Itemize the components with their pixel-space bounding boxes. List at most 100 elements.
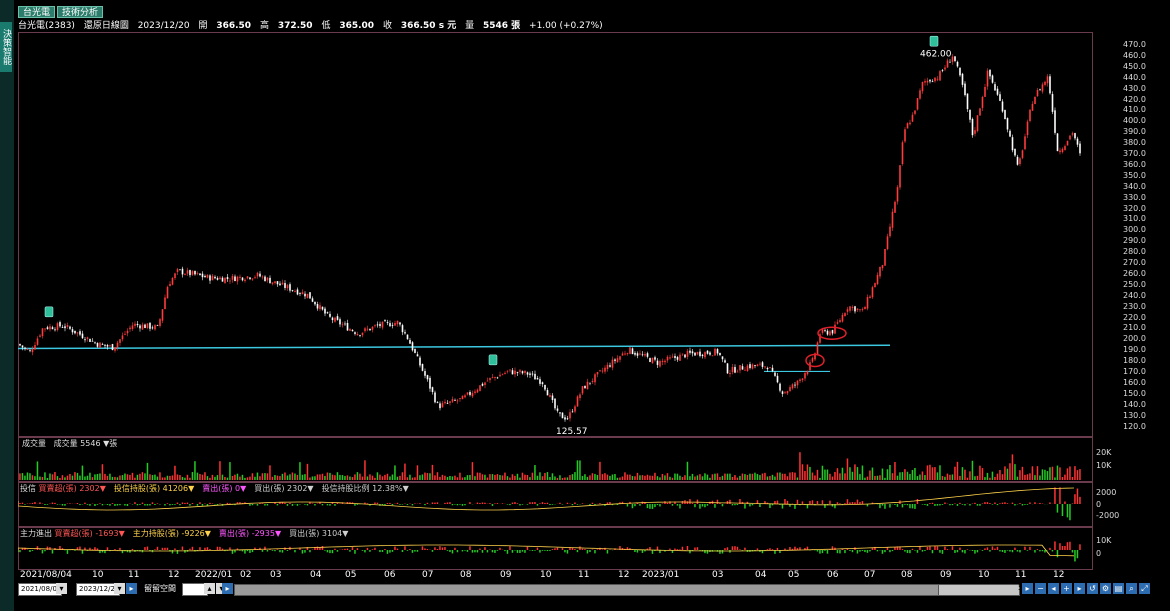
candle-body: [411, 342, 414, 351]
inst-bar: [969, 504, 971, 506]
volume-bar: [539, 472, 541, 480]
price-tick: 340.0: [1123, 181, 1146, 191]
candle-body: [766, 368, 769, 370]
main-force-bar: [959, 547, 961, 550]
volume-bar: [871, 467, 874, 480]
volume-bar: [881, 468, 884, 480]
inst-bar: [406, 504, 409, 505]
volume-bar: [61, 475, 64, 480]
candle-body: [319, 305, 321, 310]
date-axis: 2021/08/04 10 11 12 2022/01 02 03 04 05 06 07 08 09 1…: [18, 568, 1091, 582]
main-force-bar: [891, 550, 894, 552]
main-force-bar: [944, 546, 946, 550]
scroll-thumb[interactable]: [938, 584, 1020, 596]
volume-bar: [381, 476, 384, 480]
volume-bar: [971, 460, 974, 480]
volume-bar: [799, 452, 801, 480]
candle-body: [979, 108, 981, 116]
candle-body: [796, 380, 799, 386]
candle-body: [181, 268, 184, 275]
stepper-up-icon[interactable]: ▴: [204, 583, 215, 594]
price-chart[interactable]: 462.00125.57: [18, 32, 1091, 436]
volume-bar: [194, 461, 196, 480]
inst-bar: [39, 502, 41, 504]
zoom-in-icon[interactable]: +: [1061, 583, 1072, 594]
main-force-bar: [119, 547, 121, 550]
side-tab-decision[interactable]: 決策智能: [0, 22, 12, 72]
volume-bar: [586, 476, 589, 480]
volume-bar: [644, 475, 646, 480]
main-force-bar: [799, 547, 801, 550]
volume-bar: [351, 477, 354, 480]
candle-body: [571, 411, 574, 413]
apply-date-icon[interactable]: ▸: [126, 583, 137, 594]
candle-body: [591, 380, 594, 383]
volume-bar: [774, 476, 776, 480]
volume-bar: [211, 474, 214, 480]
date-tick: 12: [1053, 570, 1065, 580]
candle-body: [54, 329, 56, 331]
price-tick: 350.0: [1123, 170, 1146, 180]
candle-body: [539, 379, 541, 384]
tab-stock[interactable]: 台光電: [18, 6, 56, 18]
volume-bar: [956, 461, 959, 480]
volume-bar: [679, 475, 681, 480]
inst-bar: [171, 504, 174, 505]
settings-icon[interactable]: ⚙: [1100, 583, 1111, 594]
main-force-bar: [756, 548, 759, 550]
volume-bar: [954, 466, 956, 480]
main-force-bar: [669, 548, 671, 550]
candle-body: [961, 73, 964, 85]
main-force-bar: [271, 550, 274, 551]
volume-bar: [789, 472, 791, 480]
main-force-bar: [1004, 550, 1006, 553]
candle-body: [959, 67, 961, 76]
candle-body: [936, 78, 939, 80]
candle-body: [1006, 118, 1009, 130]
volume-bar: [336, 472, 339, 480]
main-force-bar: [914, 550, 916, 551]
candle-body: [764, 366, 766, 368]
candle-body: [1009, 130, 1011, 137]
start-date-dropdown[interactable]: ▾: [56, 583, 67, 594]
inst-bar: [996, 504, 999, 506]
quote-info-bar: 台光電(2383) 還原日線圖 2023/12/20 開 366.50 高 37…: [18, 20, 609, 32]
volume-chart[interactable]: [18, 436, 1091, 481]
main-force-bar: [1019, 550, 1021, 553]
inst-bar: [106, 504, 109, 505]
end-date-dropdown[interactable]: ▾: [114, 583, 125, 594]
volume-bar: [371, 475, 374, 480]
search-icon[interactable]: ⌕: [1126, 583, 1137, 594]
main-force-bar: [601, 549, 604, 550]
main-force-bar: [321, 546, 324, 550]
period-label[interactable]: 還原日線圖: [84, 21, 129, 31]
move-left-icon[interactable]: ◂: [1048, 583, 1059, 594]
candle-body: [931, 81, 934, 83]
volume-bar: [741, 473, 744, 480]
volume-bar: [909, 473, 911, 480]
move-right-icon[interactable]: ▸: [1074, 583, 1085, 594]
volume-bar: [449, 475, 451, 480]
chart-scrollbar[interactable]: [234, 584, 1016, 596]
close-label: 收: [382, 21, 392, 31]
inst-bar: [829, 500, 831, 504]
zoom-out-icon[interactable]: −: [1035, 583, 1046, 594]
tab-technical[interactable]: 技術分析: [57, 6, 104, 18]
volume-bar: [439, 476, 441, 480]
volume-bar: [326, 472, 329, 480]
main-force-bar: [41, 550, 44, 554]
volume-bar: [661, 473, 664, 480]
candle-body: [46, 327, 49, 329]
date-tick: 06: [384, 570, 396, 580]
fullscreen-icon[interactable]: ⤢: [1139, 583, 1150, 594]
date-tick: 11: [128, 570, 140, 580]
rewind-icon[interactable]: ↺: [1087, 583, 1098, 594]
candle-body: [86, 337, 89, 339]
print-icon[interactable]: ▤: [1113, 583, 1124, 594]
main-force-bar: [84, 547, 86, 550]
main-force-bar: [261, 550, 264, 552]
volume-bar: [536, 475, 539, 480]
scroll-right-icon[interactable]: ▸: [1022, 583, 1033, 594]
apply-space-icon[interactable]: ▸: [222, 583, 233, 594]
main-force-bar: [1074, 550, 1076, 562]
